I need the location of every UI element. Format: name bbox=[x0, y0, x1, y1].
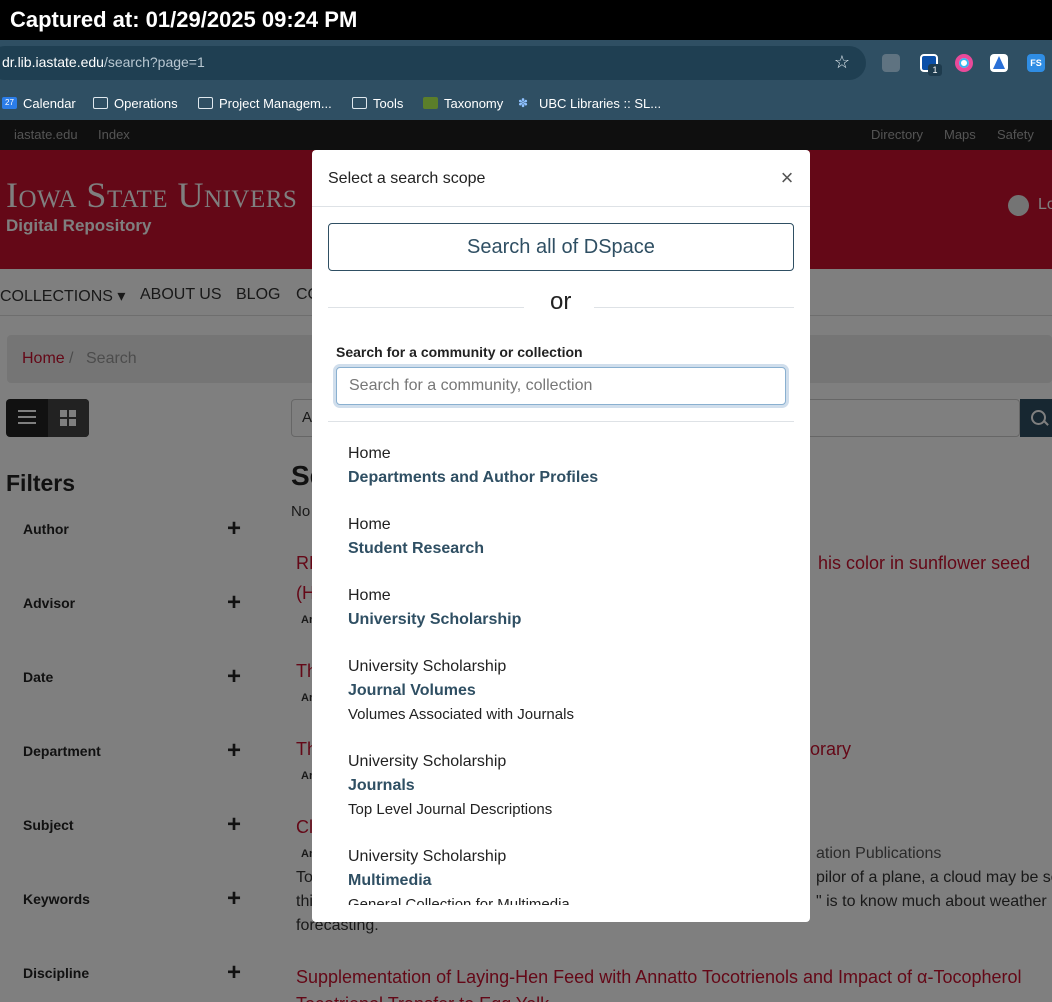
browser-toolbar: dr.lib.iastate.edu/search?page=1 ☆ 1 FS bbox=[0, 40, 1052, 86]
scope-parent: University Scholarship bbox=[348, 658, 507, 675]
color-picker-extension-icon[interactable] bbox=[955, 54, 973, 72]
or-divider-right bbox=[594, 307, 794, 308]
bookmark-star-icon[interactable]: ☆ bbox=[832, 52, 852, 72]
scope-item[interactable]: Home Departments and Author Profiles bbox=[348, 442, 788, 490]
scope-parent: Home bbox=[348, 516, 391, 533]
bookmark-label: Taxonomy bbox=[444, 95, 504, 111]
scope-item[interactable]: Home University Scholarship bbox=[348, 584, 788, 632]
scope-parent: Home bbox=[348, 587, 391, 604]
scope-name[interactable]: University Scholarship bbox=[348, 608, 788, 632]
bookmark-ubc-libraries[interactable]: ✽ UBC Libraries :: SL... bbox=[518, 93, 661, 113]
bookmark-label: Calendar bbox=[23, 95, 76, 111]
address-bar[interactable]: dr.lib.iastate.edu/search?page=1 bbox=[0, 46, 866, 80]
scope-name[interactable]: Multimedia bbox=[348, 869, 788, 893]
bookmark-label: Operations bbox=[114, 95, 178, 111]
scope-description: Volumes Associated with Journals bbox=[348, 706, 574, 723]
url-host: dr.lib.iastate.edu bbox=[2, 54, 104, 70]
scope-parent: University Scholarship bbox=[348, 753, 507, 770]
scope-name[interactable]: Student Research bbox=[348, 537, 788, 561]
bookmark-taxonomy[interactable]: Taxonomy bbox=[423, 93, 503, 113]
modal-header-divider bbox=[312, 206, 810, 207]
capture-timestamp: Captured at: 01/29/2025 09:24 PM bbox=[0, 0, 1052, 40]
close-icon[interactable]: × bbox=[778, 167, 796, 189]
bookmark-label: Tools bbox=[373, 95, 404, 111]
bookmark-project-management[interactable]: Project Managem... bbox=[198, 93, 332, 113]
scope-description: General Collection for Multimedia bbox=[348, 896, 570, 905]
scope-item[interactable]: University Scholarship Multimedia Genera… bbox=[348, 845, 788, 905]
scope-parent: University Scholarship bbox=[348, 848, 507, 865]
or-separator: or bbox=[550, 288, 572, 315]
bookmark-tools[interactable]: Tools bbox=[352, 93, 403, 113]
folder-icon bbox=[198, 97, 213, 109]
url-path: /search?page=1 bbox=[103, 54, 205, 70]
scope-item[interactable]: Home Student Research bbox=[348, 513, 788, 561]
bookmarks-bar: 27 Calendar Operations Project Managem..… bbox=[0, 86, 1052, 120]
search-all-button[interactable]: Search all of DSpace bbox=[328, 223, 794, 271]
scope-item[interactable]: University Scholarship Journals Top Leve… bbox=[348, 750, 788, 822]
scope-parent: Home bbox=[348, 445, 391, 462]
or-divider-left bbox=[328, 307, 524, 308]
ubc-icon: ✽ bbox=[518, 96, 529, 110]
bookmark-calendar[interactable]: 27 Calendar bbox=[2, 93, 76, 113]
scope-search-input[interactable] bbox=[336, 367, 786, 405]
scope-name[interactable]: Journals bbox=[348, 774, 788, 798]
scope-list: Home Departments and Author Profiles Hom… bbox=[328, 422, 794, 905]
scope-description: Top Level Journal Descriptions bbox=[348, 801, 553, 818]
bookmark-label: Project Managem... bbox=[219, 95, 332, 111]
drive-extension-icon[interactable] bbox=[990, 54, 1008, 72]
taxonomy-icon bbox=[423, 97, 438, 109]
folder-icon bbox=[93, 97, 108, 109]
search-scope-modal: Select a search scope × Search all of DS… bbox=[312, 150, 810, 922]
scope-item[interactable]: University Scholarship Journal Volumes V… bbox=[348, 655, 788, 727]
extension-badge: 1 bbox=[928, 64, 942, 76]
scope-name[interactable]: Journal Volumes bbox=[348, 679, 788, 703]
scope-name[interactable]: Departments and Author Profiles bbox=[348, 466, 788, 490]
modal-title: Select a search scope bbox=[328, 170, 486, 187]
scope-search-label: Search for a community or collection bbox=[336, 344, 583, 360]
bookmark-operations[interactable]: Operations bbox=[93, 93, 178, 113]
bookmark-label: UBC Libraries :: SL... bbox=[539, 95, 662, 111]
folder-icon bbox=[352, 97, 367, 109]
fs-extension-icon[interactable]: FS bbox=[1027, 54, 1045, 72]
tab-groups-extension-icon[interactable] bbox=[882, 54, 900, 72]
calendar-icon: 27 bbox=[2, 97, 17, 109]
